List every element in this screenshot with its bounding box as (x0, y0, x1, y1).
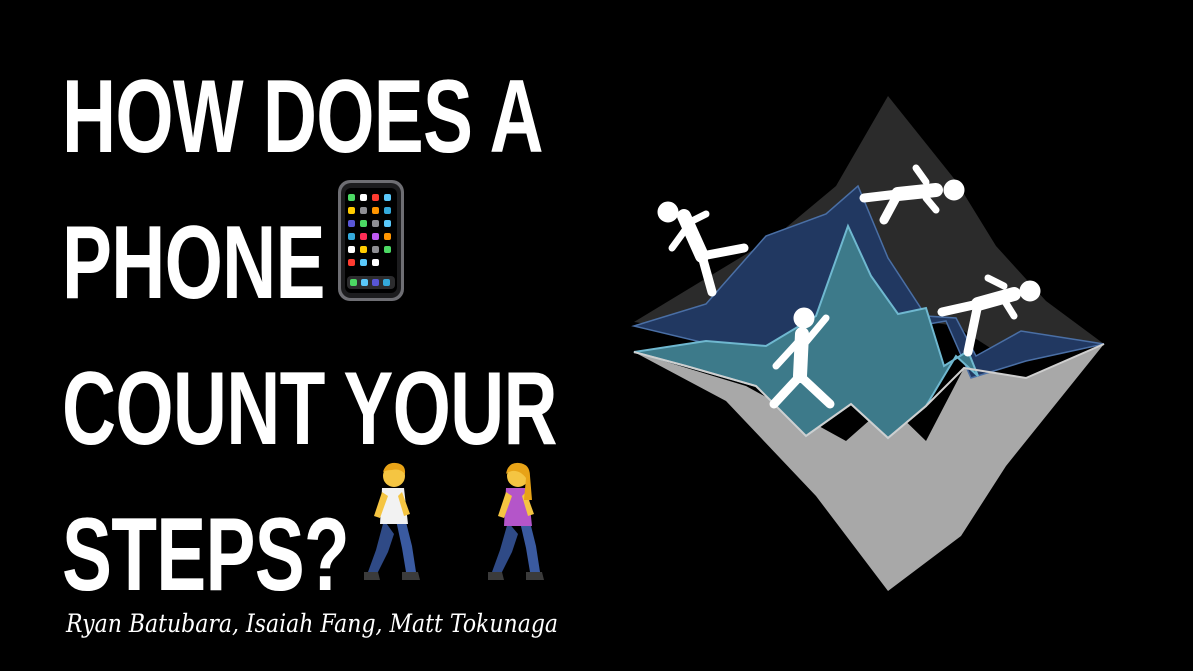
mobile-phone-icon (338, 180, 404, 301)
man-walking-icon (364, 462, 420, 580)
title-line-2: PHONE (62, 205, 325, 321)
author-list: Ryan Batubara, Isaiah Fang, Matt Tokunag… (66, 609, 559, 638)
slide-title: HOW DOES A PHONE COUNT YOUR STEPS? (62, 44, 558, 628)
woman-walking-icon (488, 462, 544, 580)
mountain-runners-illustration (631, 96, 1105, 591)
title-line-3: COUNT YOUR (62, 351, 558, 467)
title-slide: HOW DOES A PHONE COUNT YOUR STEPS? Ryan … (0, 0, 1193, 671)
title-line-1: HOW DOES A (62, 59, 544, 175)
